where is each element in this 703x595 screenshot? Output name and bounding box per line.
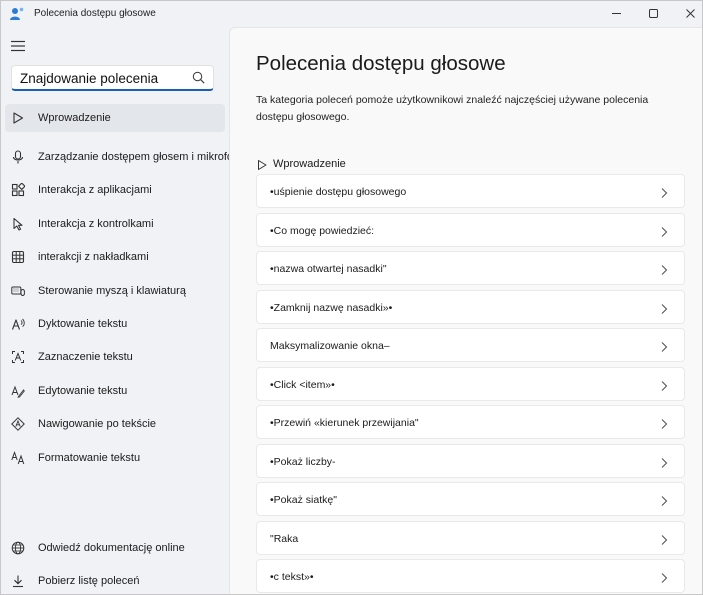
sidebar-footer-label: Pobierz listę poleceń — [38, 575, 140, 587]
sidebar-item-label: Edytowanie tekstu — [38, 385, 128, 397]
download-command-list-link[interactable]: Pobierz listę poleceń — [5, 567, 225, 594]
command-item[interactable]: •nazwa otwartej nasadki" — [256, 251, 685, 285]
cursor-pointer-icon — [11, 217, 25, 231]
command-item[interactable]: •Przewiń «kierunek przewijania" — [256, 405, 685, 439]
maximize-button[interactable] — [636, 1, 670, 25]
play-outline-icon — [256, 158, 268, 170]
text-navigate-icon — [11, 417, 25, 431]
sidebar-item-label: Interakcja z kontrolkami — [38, 218, 154, 230]
section-header: Wprowadzenie — [256, 158, 346, 170]
command-label: •nazwa otwartej nasadki" — [270, 263, 387, 275]
search-box — [11, 65, 214, 91]
chevron-right-icon — [660, 533, 668, 545]
close-icon — [685, 8, 695, 18]
keyboard-mouse-icon — [11, 284, 25, 298]
chevron-right-icon — [660, 302, 668, 314]
sidebar-item-apps[interactable]: Interakcja z aplikacjami — [5, 176, 225, 204]
command-item[interactable]: •Co mogę powiedzieć: — [256, 212, 685, 247]
search-input[interactable] — [20, 69, 188, 87]
sidebar-item-label: Sterowanie myszą i klawiaturą — [38, 285, 186, 297]
close-button[interactable] — [673, 1, 702, 25]
grid-overlay-icon — [11, 250, 25, 264]
sidebar-item-wprowadzenie[interactable]: Wprowadzenie — [5, 104, 225, 132]
command-item[interactable]: "Raka — [256, 520, 685, 555]
minimize-button[interactable] — [599, 1, 633, 25]
text-edit-icon — [11, 384, 25, 398]
command-item[interactable]: •Zamknij nazwę nasadki»• — [256, 289, 685, 324]
sidebar-item-label: Nawigowanie po tekście — [38, 418, 157, 430]
maximize-icon — [648, 8, 658, 18]
chevron-right-icon — [660, 263, 668, 275]
main-content: Polecenia dostępu głosowe Ta kategoria p… — [229, 27, 702, 594]
sidebar-item-controls[interactable]: Interakcja z kontrolkami — [5, 210, 225, 238]
minimize-icon — [611, 12, 621, 14]
sidebar-footer-label: Odwiedź dokumentację online — [38, 542, 185, 554]
sidebar-item-label: interakcji z nakładkami — [38, 251, 149, 263]
sidebar-item-text-navigation[interactable]: Nawigowanie po tekście — [5, 410, 225, 438]
apps-grid-icon — [11, 182, 26, 197]
page-description: Ta kategoria poleceń pomoże użytkownikow… — [256, 94, 649, 123]
command-label: •uśpienie dostępu głosowego — [270, 186, 407, 198]
command-item[interactable]: •Click <item»• — [256, 366, 685, 401]
sidebar: Wprowadzenie Zarządzanie dostępem głosem… — [1, 27, 254, 594]
command-item[interactable]: •c tekst»• — [256, 559, 685, 593]
sidebar-item-label: Interakcja z aplikacjami — [38, 184, 152, 196]
online-documentation-link[interactable]: Odwiedź dokumentację online — [5, 534, 225, 562]
chevron-right-icon — [660, 340, 668, 352]
page-title: Polecenia dostępu głosowe — [256, 52, 506, 75]
sidebar-item-mouse-keyboard[interactable]: Sterowanie myszą i klawiaturą — [5, 277, 225, 305]
section-title: Wprowadzenie — [273, 158, 346, 170]
command-label: •Pokaż liczby- — [270, 455, 336, 468]
sidebar-item-label: Formatowanie tekstu — [38, 452, 141, 464]
window-title: Polecenia dostępu głosowe — [34, 8, 156, 19]
chevron-right-icon — [660, 379, 668, 391]
command-item[interactable]: •uśpienie dostępu głosowego — [256, 174, 685, 208]
search-icon[interactable] — [192, 71, 205, 84]
voice-access-commands-window: Polecenia dostępu głosowe Znajdowanie po… — [0, 0, 703, 595]
command-label: •Przewiń «kierunek przewijania" — [270, 417, 419, 429]
sidebar-item-dictation[interactable]: Dyktowanie tekstu — [5, 310, 225, 338]
chevron-right-icon — [660, 417, 668, 429]
chevron-right-icon — [660, 571, 668, 583]
sidebar-item-text-formatting[interactable]: Formatowanie tekstu — [5, 444, 225, 472]
chevron-right-icon — [660, 494, 668, 506]
chevron-right-icon — [660, 225, 668, 237]
sidebar-item-microphone[interactable]: Zarządzanie dostępem głosem i mikrofonem — [5, 143, 254, 171]
command-label: "Raka — [270, 532, 299, 545]
globe-icon — [11, 541, 25, 555]
command-item[interactable]: Maksymalizowanie okna– — [256, 328, 685, 362]
sidebar-item-overlays[interactable]: interakcji z nakładkami — [5, 243, 225, 271]
dictation-icon — [11, 317, 25, 331]
text-select-icon — [11, 350, 25, 364]
command-label: •Co mogę powiedzieć: — [270, 224, 375, 237]
sidebar-item-label: Zarządzanie dostępem głosem i mikrofonem — [38, 151, 255, 163]
chevron-right-icon — [660, 456, 668, 468]
voice-access-app-icon — [9, 6, 25, 22]
sidebar-item-text-selection[interactable]: Zaznaczenie tekstu — [5, 343, 225, 371]
sidebar-item-label: Wprowadzenie — [38, 112, 111, 124]
command-label: •Zamknij nazwę nasadki»• — [270, 301, 393, 314]
command-label: •Pokaż siatkę" — [270, 494, 337, 506]
chevron-right-icon — [660, 186, 668, 198]
download-icon — [11, 574, 25, 588]
command-label: Maksymalizowanie okna– — [270, 340, 390, 352]
title-bar: Polecenia dostępu głosowe — [1, 1, 702, 27]
microphone-icon — [11, 150, 25, 164]
sidebar-item-label: Dyktowanie tekstu — [38, 318, 128, 330]
text-format-icon — [11, 451, 25, 465]
command-label: •c tekst»• — [270, 571, 314, 583]
play-outline-icon — [11, 111, 25, 125]
sidebar-item-text-editing[interactable]: Edytowanie tekstu — [5, 377, 225, 405]
command-label: •Click <item»• — [270, 378, 335, 391]
sidebar-item-label: Zaznaczenie tekstu — [38, 351, 133, 363]
command-item[interactable]: •Pokaż liczby- — [256, 443, 685, 478]
command-item[interactable]: •Pokaż siatkę" — [256, 482, 685, 516]
hamburger-menu-icon[interactable] — [11, 39, 25, 52]
